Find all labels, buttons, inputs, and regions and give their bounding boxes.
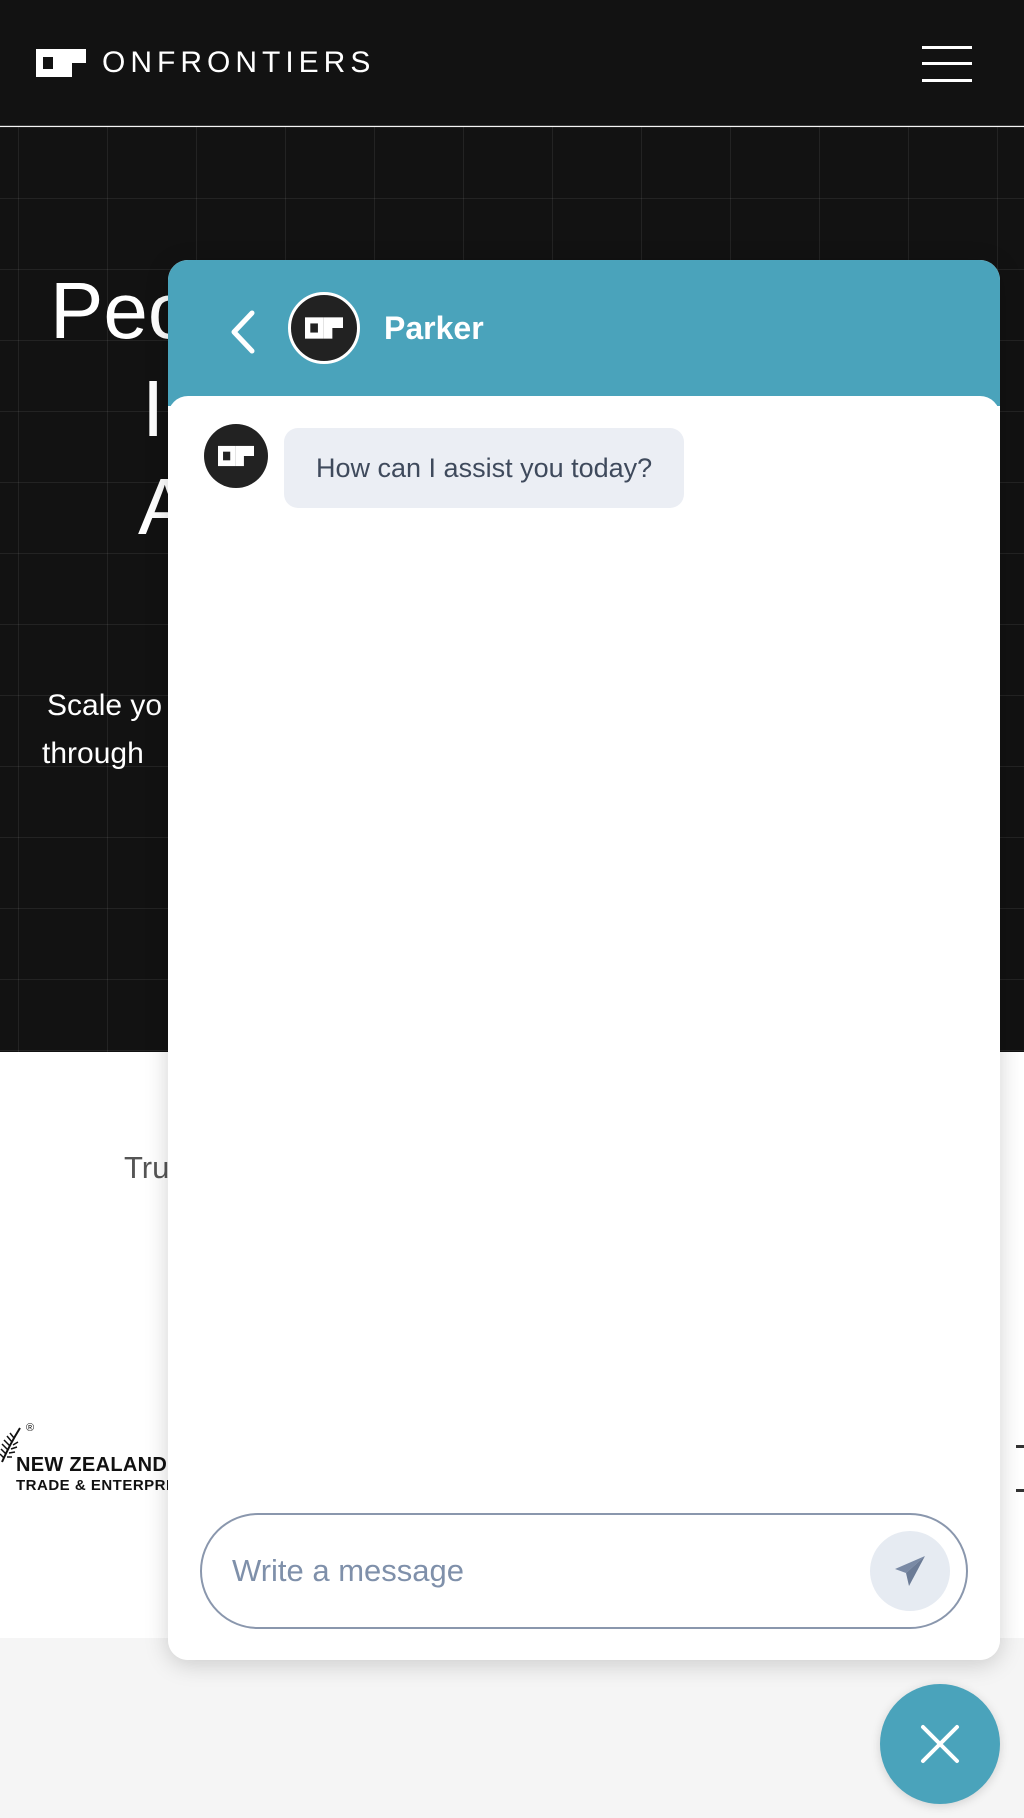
partial-logo-edge: [1016, 1445, 1024, 1448]
close-icon: [921, 1725, 959, 1763]
trusted-by-label: Tru: [124, 1150, 170, 1185]
send-button[interactable]: [870, 1531, 950, 1611]
chat-header: Parker: [168, 260, 1000, 406]
chevron-left-icon[interactable]: [224, 307, 264, 357]
brand-logo[interactable]: ONFRONTIERS: [36, 46, 375, 80]
site-header: ONFRONTIERS: [0, 0, 1024, 126]
chat-widget: Parker How can I assist you today?: [168, 260, 1000, 1660]
message-avatar: [204, 424, 268, 488]
onfrontiers-logo-icon: [36, 49, 86, 77]
nz-logo-line2: TRADE & ENTERPRIS: [16, 1477, 182, 1494]
send-icon: [895, 1556, 925, 1586]
agent-avatar: [288, 292, 360, 364]
nz-logo-line1: NEW ZEALAND: [16, 1454, 168, 1476]
agent-name: Parker: [384, 310, 484, 346]
chat-body: [168, 396, 1000, 1660]
brand-name: ONFRONTIERS: [102, 46, 376, 79]
registered-mark: ®: [26, 1422, 35, 1434]
message-composer: [200, 1513, 968, 1629]
onfrontiers-logo-icon: [305, 317, 343, 339]
onfrontiers-logo-icon: [218, 445, 254, 467]
partial-logo-edge: [1016, 1489, 1024, 1492]
hamburger-menu-icon[interactable]: [922, 44, 972, 84]
agent-message-bubble: How can I assist you today?: [284, 428, 685, 508]
message-input[interactable]: [232, 1541, 832, 1601]
close-chat-button[interactable]: [880, 1684, 1000, 1804]
